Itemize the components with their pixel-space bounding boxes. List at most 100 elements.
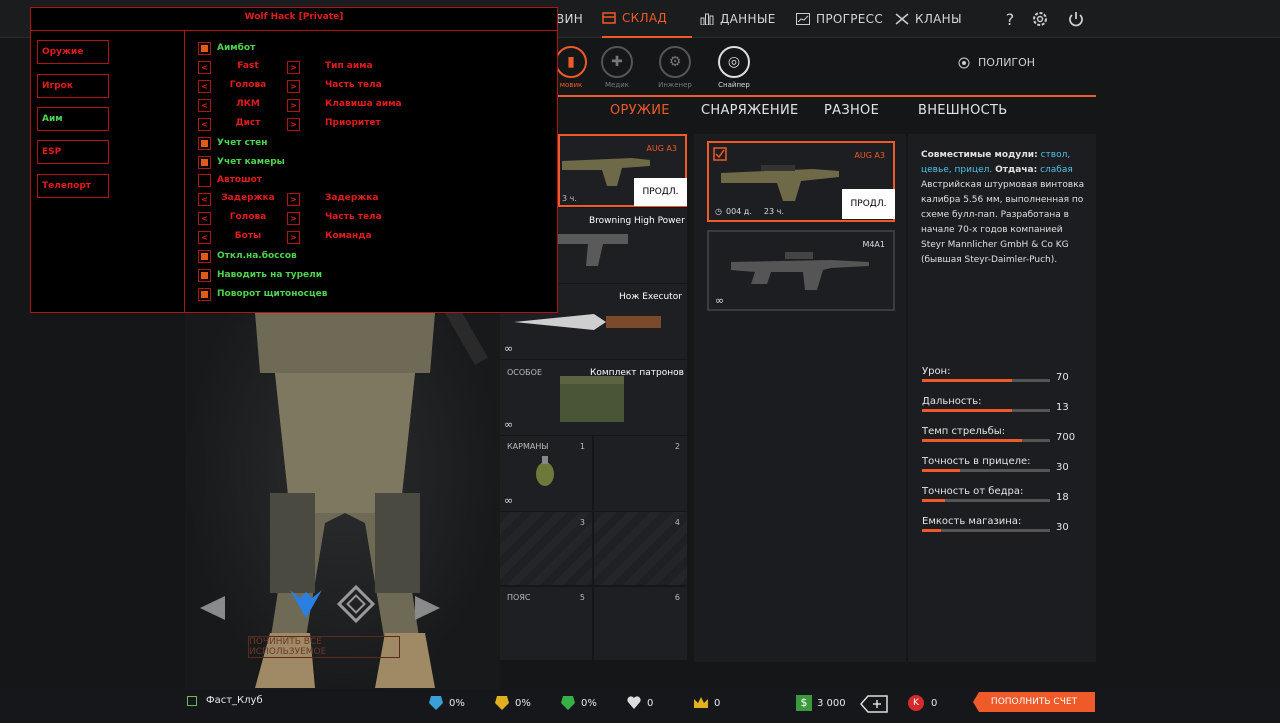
stat-value: 18 [1056, 492, 1069, 503]
arrow-right-button[interactable]: > [287, 231, 300, 244]
crowns-counter[interactable]: 0 [693, 695, 720, 711]
class-sniper[interactable]: ◎ Снайпер [711, 46, 757, 92]
booster-value: 0% [449, 697, 465, 709]
slot-special[interactable]: ОСОБОЕ Комплект патронов ∞ [500, 360, 687, 435]
nav-item-warehouse[interactable]: СКЛАД [602, 0, 692, 38]
slot-pocket-2[interactable]: 2 [594, 436, 687, 511]
slot-time: 3 ч. [562, 194, 577, 203]
slot-belt-5[interactable]: ПОЯС 5 [500, 587, 592, 660]
kredits-counter[interactable]: K 0 [908, 695, 937, 711]
arrow-right-button[interactable]: > [287, 80, 300, 93]
card-days: 004 д. [725, 207, 752, 216]
stat-value: 30 [1056, 462, 1069, 473]
clan-indicator[interactable]: Фаст_Клуб [187, 695, 263, 706]
crowns-value: 0 [714, 697, 721, 709]
rotate-right-icon[interactable] [410, 588, 450, 628]
tab-appearance[interactable]: ВНЕШНОСТЬ [918, 103, 1007, 118]
cheat-menu-window[interactable]: Wolf Hack [Private] Оружие Игрок Аим ESP… [30, 7, 558, 313]
arrow-right-button[interactable]: > [287, 118, 300, 131]
slot-pocket-1[interactable]: КАРМАНЫ 1 ∞ [500, 436, 592, 511]
cheat-category-weapon[interactable]: Оружие [37, 40, 109, 64]
dollar-icon: $ [796, 695, 812, 711]
renew-button[interactable]: ПРОДЛ. [634, 178, 687, 206]
selector-option-label: Команда [325, 231, 372, 241]
cheat-category-esp[interactable]: ESP [37, 140, 109, 164]
polygon-label: ПОЛИГОН [978, 56, 1036, 69]
money-counter[interactable]: $ 3 000 [796, 695, 846, 711]
selector-option-label: Тип аима [325, 61, 373, 71]
bosses-checkbox[interactable] [198, 250, 211, 263]
arrow-right-button[interactable]: > [287, 193, 300, 206]
aimbot-checkbox[interactable] [198, 42, 211, 55]
booster-money[interactable]: 0% [494, 695, 531, 711]
cheat-category-aim[interactable]: Аим [37, 107, 109, 131]
booster-xp[interactable]: 0% [428, 695, 465, 711]
add-money-button[interactable] [860, 695, 888, 713]
polygon-button[interactable]: ПОЛИГОН [958, 56, 1035, 69]
nav-item-data[interactable]: ДАННЫЕ [700, 0, 776, 38]
nav-item-partial[interactable]: ВИН [556, 0, 583, 38]
tab-misc[interactable]: РАЗНОЕ [824, 103, 879, 118]
stat-label: Дальность: [922, 396, 982, 407]
knife-icon [514, 314, 661, 330]
class-label: Медик [605, 81, 629, 89]
stat-value: 70 [1056, 372, 1069, 383]
autoshot-label: Автошот [217, 175, 263, 185]
stat-value: 30 [1056, 522, 1069, 533]
kredits-value: 0 [931, 697, 938, 709]
arrow-right-button[interactable]: > [287, 61, 300, 74]
weapon-card-aug[interactable]: AUG A3 ◷ 004 д. 23 ч. ПРОДЛ. [707, 141, 895, 222]
target-icon [958, 57, 970, 68]
gear-icon[interactable] [1030, 9, 1050, 29]
slot-weapon-name: Browning High Power [589, 216, 685, 226]
arrow-right-button[interactable]: > [287, 212, 300, 225]
nav-item-progress[interactable]: ПРОГРЕСС [796, 0, 883, 38]
power-icon[interactable] [1066, 9, 1086, 29]
repair-all-button[interactable]: ПОЧИНИТЬ ВСЕ ИСПОЛЬЗУЕМОЕ [248, 636, 400, 658]
camera-checkbox[interactable] [198, 156, 211, 169]
stat-label: Урон: [922, 366, 951, 377]
arrow-right-button[interactable]: > [287, 99, 300, 112]
card-weapon-name: AUG A3 [854, 151, 885, 160]
stat-bar-fill [922, 529, 942, 532]
wolf-class-icon[interactable] [286, 584, 326, 624]
slot-belt-6[interactable]: 6 [594, 587, 687, 660]
renew-button[interactable]: ПРОДЛ. [842, 189, 895, 219]
tab-weapons[interactable]: ОРУЖИЕ [610, 103, 670, 118]
selector-option-label: Задержка [325, 193, 379, 203]
class-medic[interactable]: ✚ Медик [594, 46, 640, 92]
slot-pistol[interactable]: Browning High Power [558, 208, 687, 283]
shields-label: Поворот щитоносцев [217, 289, 328, 299]
cheat-category-teleport[interactable]: Телепорт [37, 174, 109, 198]
stat-bar-fill [922, 499, 946, 502]
selector-value: Голова [229, 80, 267, 90]
help-icon[interactable]: ? [1000, 9, 1020, 29]
recoil-label: Отдача: [995, 165, 1038, 175]
stat-bar [922, 499, 1050, 502]
hearts-counter[interactable]: 0 [626, 695, 653, 711]
cheat-menu-divider [31, 30, 557, 31]
booster-vp[interactable]: 0% [560, 695, 597, 711]
grenade-icon [536, 456, 554, 486]
rotate-left-icon[interactable] [190, 588, 230, 628]
stat-bar [922, 409, 1050, 412]
slot-primary[interactable]: AUG A3 3 ч. ПРОДЛ. [558, 134, 687, 207]
turrets-checkbox[interactable] [198, 269, 211, 282]
shields-checkbox[interactable] [198, 288, 211, 301]
stat-bar-fill [922, 379, 1012, 382]
walls-checkbox[interactable] [198, 137, 211, 150]
crossed-swords-icon [895, 13, 909, 25]
rank-diamond-icon[interactable] [336, 584, 376, 624]
nav-item-clans[interactable]: КЛАНЫ [895, 0, 962, 38]
autoshot-checkbox[interactable] [198, 174, 211, 187]
weapon-card-m4a1[interactable]: M4A1 ∞ [707, 230, 895, 311]
selector-value: Fast [237, 61, 259, 71]
bosses-label: Откл.на.боссов [217, 251, 297, 261]
tab-equipment[interactable]: СНАРЯЖЕНИЕ [701, 103, 799, 118]
stat-label: Точность в прицеле: [922, 456, 1031, 467]
selector-value: ЛКМ [236, 99, 260, 109]
stat-bar-fill [922, 439, 1022, 442]
cheat-category-player[interactable]: Игрок [37, 74, 109, 98]
class-engineer[interactable]: ⚙ Инженер [652, 46, 698, 92]
top-up-button[interactable]: ПОПОЛНИТЬ СЧЕТ [973, 692, 1095, 712]
